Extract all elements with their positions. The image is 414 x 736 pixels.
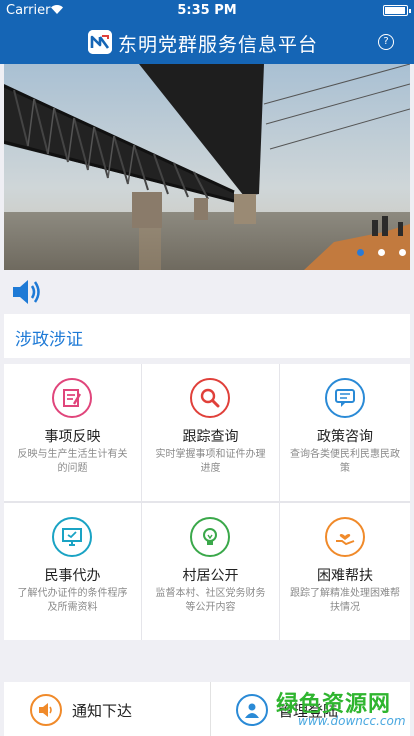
notify-label: 通知下达 — [72, 702, 133, 720]
grid-item-policy[interactable]: 政策咨询 查询各类便民利民惠民政策 — [280, 364, 410, 501]
page-title: 东明党群服务信息平台 — [118, 34, 319, 56]
carousel-dot[interactable] — [356, 249, 364, 256]
section-title: 涉政涉证 — [15, 330, 83, 350]
battery-icon — [383, 5, 411, 16]
announcement-speaker-icon[interactable] — [10, 276, 46, 308]
banner-carousel[interactable] — [4, 64, 410, 270]
grid-item-desc: 反映与生产生活生计有关的问题 — [17, 449, 128, 474]
grid-item-desc: 查询各类便民利民惠民政策 — [290, 449, 400, 474]
speaker-icon — [30, 694, 62, 726]
header: 东明党群服务信息平台 ? — [0, 20, 414, 64]
grid-item-proxy-service[interactable]: 民事代办 了解代办证件的条件程序及所需资料 — [4, 503, 141, 640]
edit-note-icon — [52, 378, 92, 418]
admin-user-icon — [236, 694, 268, 726]
app-logo-icon — [88, 30, 112, 54]
grid-item-desc: 监督本村、社区党务财务等公开内容 — [155, 588, 266, 613]
grid-item-hardship-aid[interactable]: 困难帮扶 跟踪了解精准处理困难帮扶情况 — [280, 503, 410, 640]
grid-item-village-disclosure[interactable]: 村居公开 监督本村、社区党务财务等公开内容 — [142, 503, 279, 640]
grid-item-label: 民事代办 — [44, 568, 101, 584]
bridge-photo — [4, 64, 410, 270]
grid-item-tracking[interactable]: 跟踪查询 实时掌握事项和证件办理进度 — [142, 364, 279, 501]
lightbulb-icon — [190, 517, 230, 557]
grid-item-desc: 实时掌握事项和证件办理进度 — [155, 449, 266, 474]
watermark-url: www.downcc.com — [298, 714, 406, 728]
monitor-icon — [52, 517, 92, 557]
carousel-dots — [348, 241, 406, 260]
service-grid: 事项反映 反映与生产生活生计有关的问题 跟踪查询 实时掌握事项和证件办理进度 政… — [4, 364, 410, 640]
grid-item-issue-report[interactable]: 事项反映 反映与生产生活生计有关的问题 — [4, 364, 141, 501]
help-button[interactable]: ? — [378, 34, 394, 50]
clock: 5:35 PM — [177, 3, 237, 18]
grid-item-label: 困难帮扶 — [317, 568, 373, 584]
carousel-dot[interactable] — [399, 249, 406, 256]
grid-item-label: 政策咨询 — [317, 429, 373, 445]
grid-item-label: 事项反映 — [44, 429, 101, 445]
grid-item-desc: 跟踪了解精准处理困难帮扶情况 — [290, 588, 400, 613]
chat-bubble-icon — [325, 378, 365, 418]
search-icon — [190, 378, 230, 418]
watermark: 绿色资源网 www.downcc.com — [276, 686, 410, 734]
section-header: 涉政涉证 — [4, 314, 410, 358]
divider — [210, 682, 211, 736]
grid-item-label: 村居公开 — [182, 568, 239, 584]
helping-hand-icon — [325, 517, 365, 557]
grid-item-desc: 了解代办证件的条件程序及所需资料 — [17, 588, 128, 613]
carousel-dot[interactable] — [377, 249, 385, 256]
grid-item-label: 跟踪查询 — [182, 429, 239, 445]
status-bar: Carrier 5:35 PM — [0, 0, 414, 20]
